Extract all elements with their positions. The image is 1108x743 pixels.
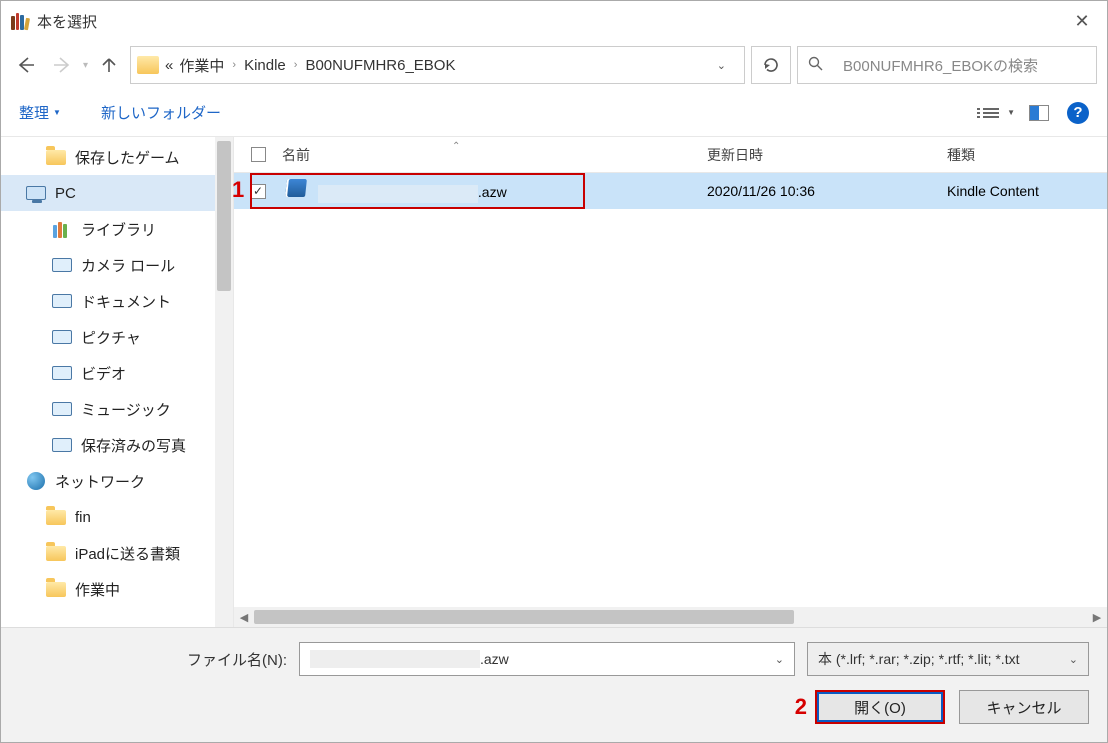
search-input[interactable]: B00NUFMHR6_EBOKの検索 [797,46,1097,84]
organize-menu[interactable]: 整理▼ [19,102,61,123]
view-options-button[interactable]: ▼ [983,108,1015,118]
sidebar-item[interactable]: PC [1,175,233,211]
sidebar-item-label: 保存したゲーム [75,147,180,168]
chevron-down-icon[interactable]: ⌄ [775,653,784,666]
sidebar-item-label: fin [75,509,91,526]
tree-icon [51,400,73,418]
row-checkbox[interactable]: ✓ [251,184,266,199]
list-view-icon [983,108,999,118]
file-date: 2020/11/26 10:36 [707,183,947,199]
filename-value-redacted [310,650,480,668]
sidebar-item[interactable]: 保存したゲーム [1,139,233,175]
tree-icon [51,220,73,238]
book-icon [285,179,307,197]
column-name[interactable]: 名前 ⌃ [282,145,707,165]
tree-icon [45,544,67,562]
sidebar-item[interactable]: ミュージック [1,391,233,427]
search-icon [808,56,823,75]
window-title: 本を選択 [37,11,97,32]
app-icon [11,12,29,30]
refresh-button[interactable] [751,46,791,84]
new-folder-button[interactable]: 新しいフォルダー [101,102,221,123]
tree-icon [25,472,47,490]
sidebar-item[interactable]: fin [1,499,233,535]
sidebar-item-label: 保存済みの写真 [81,435,186,456]
tree-icon [51,328,73,346]
footer: ファイル名(N): .azw ⌄ 本 (*.lrf; *.rar; *.zip;… [1,627,1107,742]
chevron-down-icon: ⌄ [1069,653,1078,666]
sidebar-item[interactable]: ピクチャ [1,319,233,355]
tree-icon [51,364,73,382]
folder-icon [137,56,159,74]
title-bar: 本を選択 ✕ [1,1,1107,41]
breadcrumb-prefix: « [165,57,173,74]
sidebar-item-label: ネットワーク [55,471,145,492]
tree-icon [45,580,67,598]
back-button[interactable] [11,50,41,80]
breadcrumb-seg[interactable]: 作業中 [179,55,224,76]
help-button[interactable]: ? [1067,102,1089,124]
breadcrumb-seg[interactable]: B00NUFMHR6_EBOK [305,57,455,74]
file-type: Kindle Content [947,183,1107,199]
toolbar: 整理▼ 新しいフォルダー ▼ ? [1,89,1107,137]
forward-button[interactable] [47,50,77,80]
sidebar-item[interactable]: ビデオ [1,355,233,391]
chevron-down-icon[interactable]: ⌄ [717,59,726,72]
horizontal-scrollbar[interactable]: ◀ ▶ [234,607,1107,627]
nav-bar: ▾ « 作業中 › Kindle › B00NUFMHR6_EBOK ⌄ B00… [1,41,1107,89]
sidebar-item-label: ドキュメント [81,291,171,312]
tree-icon [45,508,67,526]
sidebar-item-label: iPadに送る書類 [75,543,180,564]
sidebar-item-label: 作業中 [75,579,120,600]
callout-1: 1 [232,177,244,203]
tree-icon [51,256,73,274]
column-type[interactable]: 種類 [947,145,1107,165]
open-button[interactable]: 開く(O) [815,690,945,724]
sidebar-item[interactable]: 保存済みの写真 [1,427,233,463]
sidebar-item[interactable]: ライブラリ [1,211,233,247]
up-button[interactable] [94,50,124,80]
close-icon[interactable]: ✕ [1057,1,1107,41]
preview-pane-button[interactable] [1029,105,1049,121]
column-headers: 名前 ⌃ 更新日時 種類 [234,137,1107,173]
callout-2: 2 [795,694,807,720]
filename-redacted [318,185,478,203]
tree-icon [45,148,67,166]
sidebar-item-label: ビデオ [81,363,126,384]
select-all-checkbox[interactable] [251,147,266,162]
sidebar: 保存したゲーム PC ライブラリカメラ ロールドキュメントピクチャビデオミュージック… [1,137,234,627]
tree-icon [51,436,73,454]
tree-icon [51,292,73,310]
filename-label: ファイル名(N): [19,649,299,670]
file-list: 名前 ⌃ 更新日時 種類 1 ✓ .azw 2020/11/26 10:36 K… [234,137,1107,627]
filename-input[interactable]: .azw ⌄ [299,642,795,676]
sidebar-item-label: ピクチャ [81,327,141,348]
sidebar-item-label: PC [55,185,76,202]
sidebar-item[interactable]: 作業中 [1,571,233,607]
search-placeholder: B00NUFMHR6_EBOKの検索 [843,55,1038,76]
sidebar-scrollbar[interactable] [215,137,233,627]
sidebar-item[interactable]: ドキュメント [1,283,233,319]
sidebar-item[interactable]: カメラ ロール [1,247,233,283]
breadcrumb-seg[interactable]: Kindle [244,57,286,74]
breadcrumb[interactable]: « 作業中 › Kindle › B00NUFMHR6_EBOK ⌄ [130,46,745,84]
tree-icon [25,184,47,202]
chevron-right-icon: › [294,59,298,71]
column-date[interactable]: 更新日時 [707,145,947,165]
sidebar-item-label: ミュージック [81,399,171,420]
file-ext: .azw [478,184,507,200]
chevron-right-icon: › [232,59,236,71]
sidebar-item-label: カメラ ロール [81,255,175,276]
file-type-filter[interactable]: 本 (*.lrf; *.rar; *.zip; *.rtf; *.lit; *.… [807,642,1089,676]
sidebar-item-label: ライブラリ [81,219,156,240]
history-dropdown-icon[interactable]: ▾ [83,60,88,71]
sidebar-item[interactable]: iPadに送る書類 [1,535,233,571]
sort-caret-icon: ⌃ [452,141,460,152]
cancel-button[interactable]: キャンセル [959,690,1089,724]
sidebar-item[interactable]: ネットワーク [1,463,233,499]
file-row[interactable]: ✓ .azw 2020/11/26 10:36 Kindle Content [234,173,1107,209]
